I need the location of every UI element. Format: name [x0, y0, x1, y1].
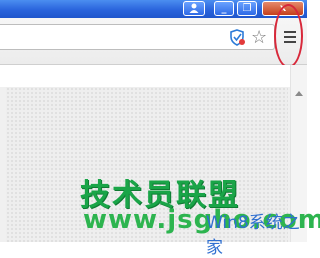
- window-titlebar: _ ❐ x: [0, 0, 307, 18]
- bookmark-star-icon[interactable]: ☆: [251, 28, 267, 46]
- highlight-annotation-circle: [274, 4, 303, 68]
- user-icon[interactable]: [183, 1, 205, 16]
- address-bar[interactable]: ☆: [0, 24, 275, 50]
- maximize-button[interactable]: ❐: [237, 1, 257, 16]
- scroll-up-arrow-icon[interactable]: [295, 91, 303, 96]
- minimize-button[interactable]: _: [214, 1, 234, 16]
- watermark-site-name: Win8系统之家: [206, 213, 300, 258]
- browser-toolbar: ☆: [0, 18, 307, 65]
- page-header-strip: [0, 65, 290, 87]
- shield-icon[interactable]: [229, 29, 245, 46]
